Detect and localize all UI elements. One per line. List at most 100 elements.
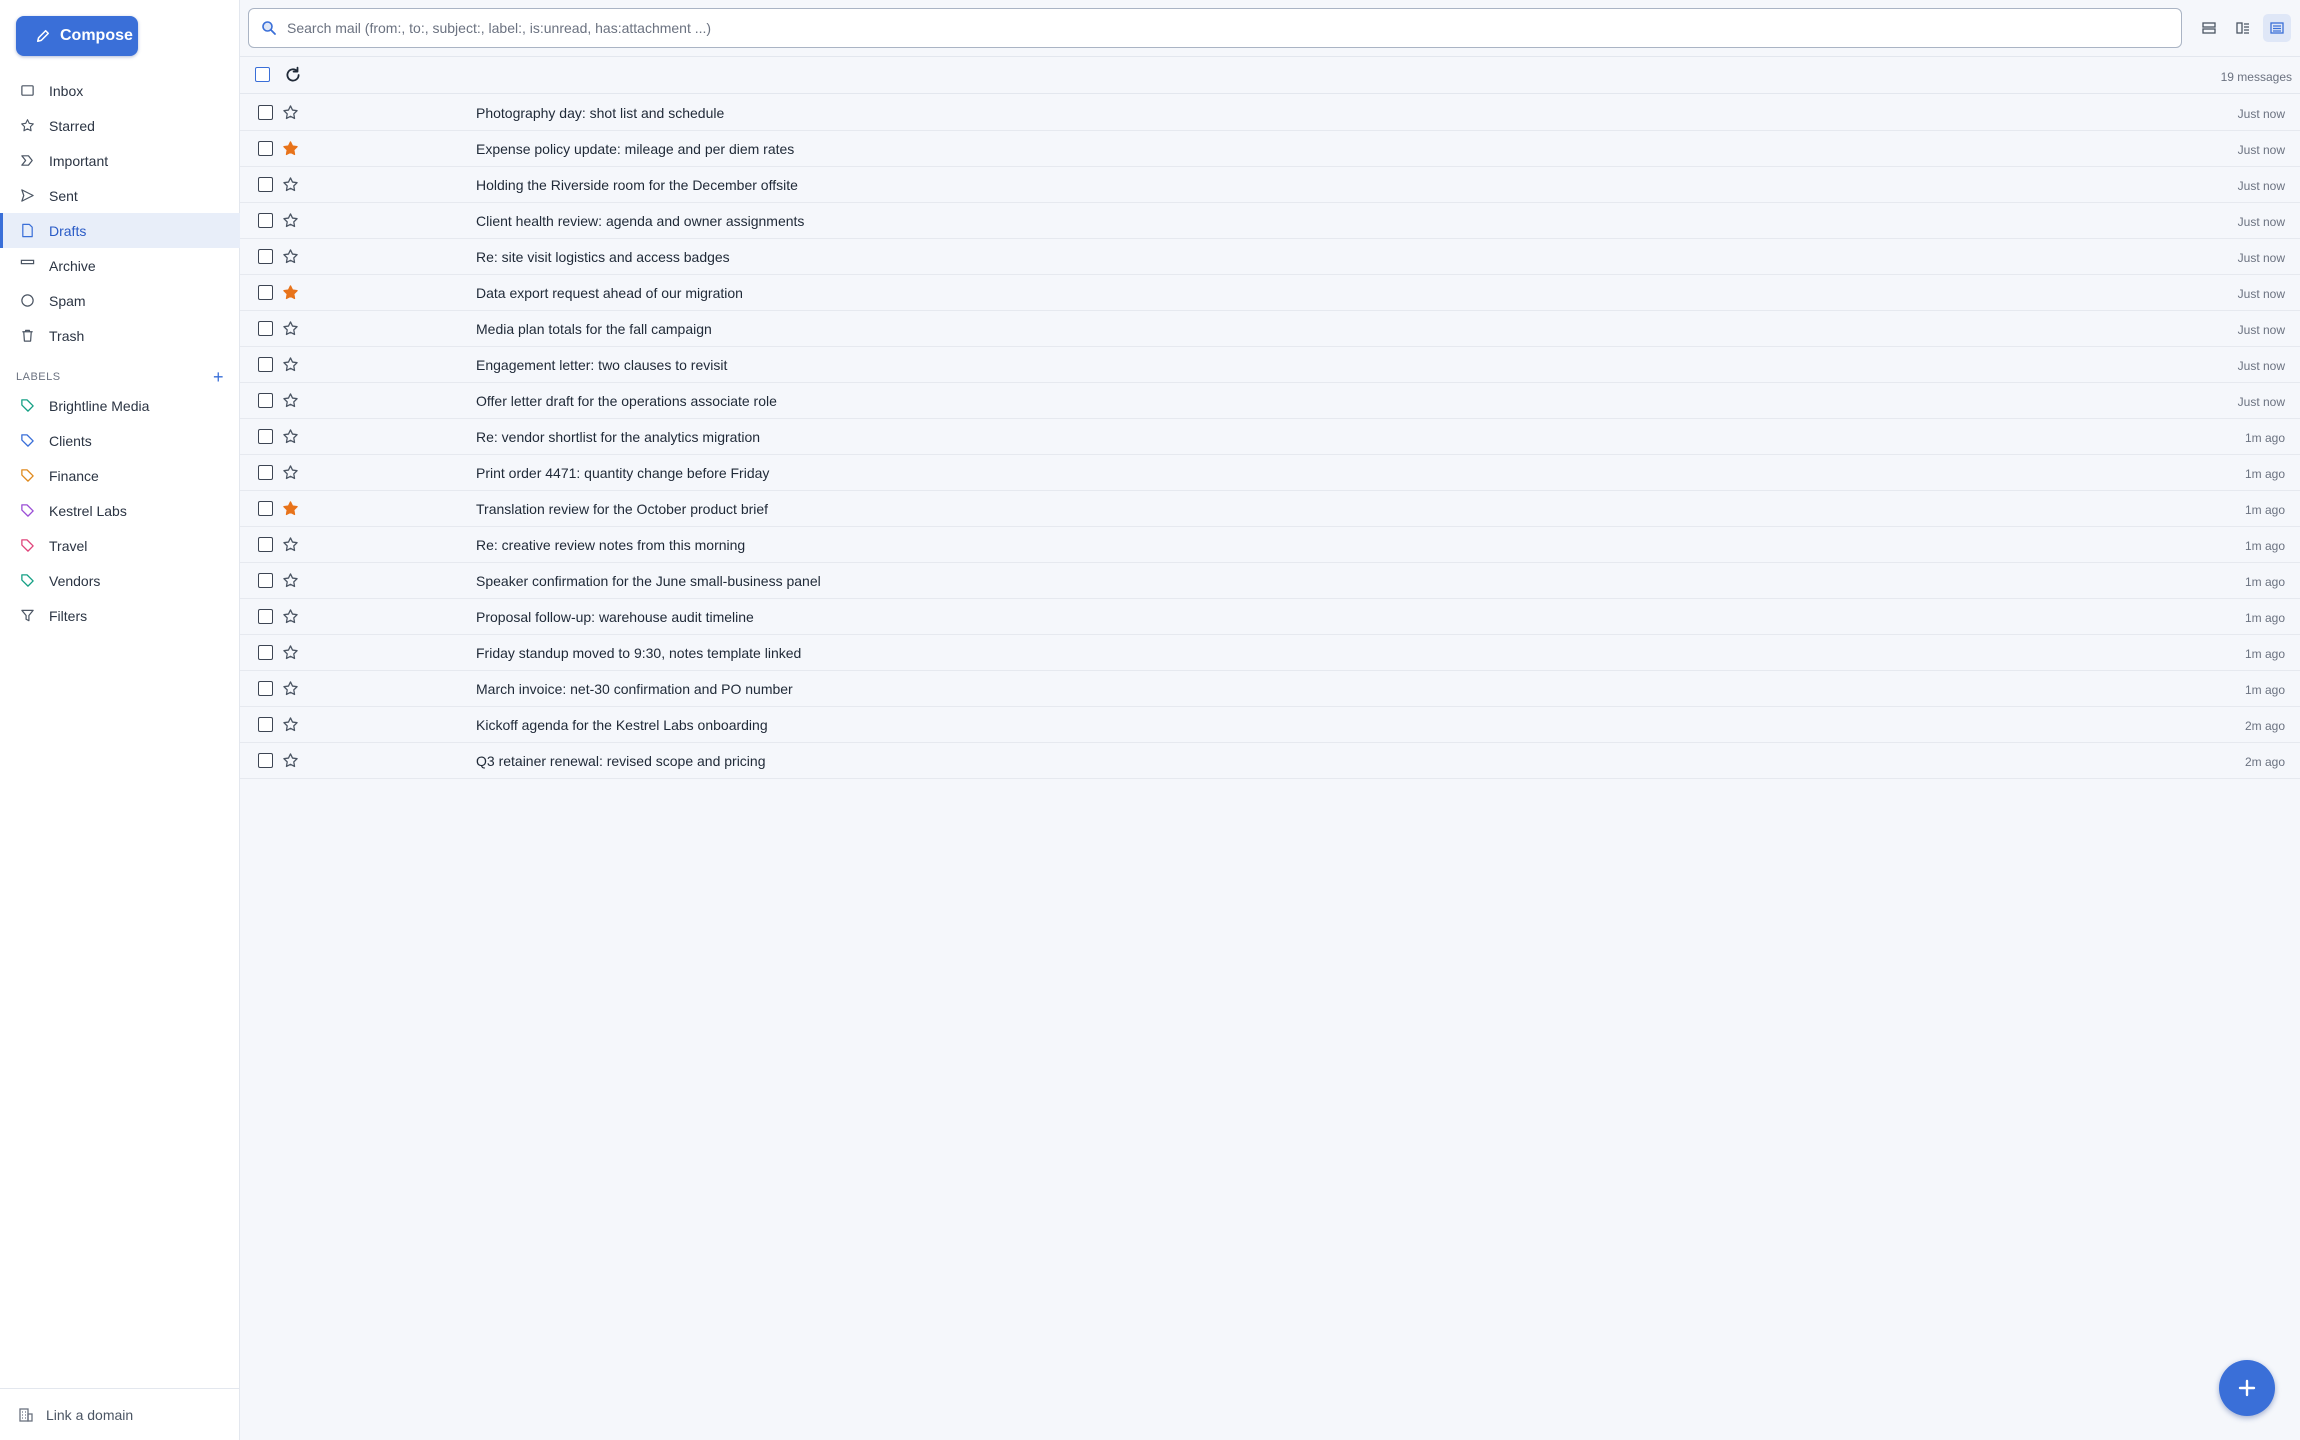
sidebar-item-archive[interactable]: Archive (0, 248, 240, 283)
row-checkbox[interactable] (258, 609, 273, 624)
row-checkbox[interactable] (258, 465, 273, 480)
sidebar-item-inbox[interactable]: Inbox (0, 73, 240, 108)
star-filled-icon[interactable] (282, 284, 299, 301)
message-row[interactable]: Offer letter draft for the operations as… (240, 383, 2300, 419)
message-row[interactable]: Re: site visit logistics and access badg… (240, 239, 2300, 275)
message-row[interactable]: Media plan totals for the fall campaign J… (240, 311, 2300, 347)
message-time: Just now (2237, 143, 2285, 157)
row-checkbox[interactable] (258, 573, 273, 588)
row-checkbox[interactable] (258, 357, 273, 372)
view-compact-button[interactable] (2263, 14, 2291, 42)
sidebar-item-filters[interactable]: Filters (0, 598, 240, 633)
row-checkbox[interactable] (258, 177, 273, 192)
row-checkbox[interactable] (258, 681, 273, 696)
message-time: 1m ago (2244, 647, 2285, 661)
row-checkbox[interactable] (258, 141, 273, 156)
label-item-brightline-media[interactable]: Brightline Media (0, 388, 240, 423)
message-list: Photography day: shot list and schedule J… (240, 95, 2300, 779)
star-filled-icon[interactable] (282, 500, 299, 517)
message-subject: Translation review for the October produ… (476, 501, 769, 517)
sidebar-item-trash[interactable]: Trash (0, 318, 240, 353)
row-checkbox[interactable] (258, 105, 273, 120)
view-split-button[interactable] (2229, 14, 2257, 42)
message-row[interactable]: Friday standup moved to 9:30, notes temp… (240, 635, 2300, 671)
row-checkbox[interactable] (258, 213, 273, 228)
message-subject: Data export request ahead of our migrati… (476, 285, 743, 301)
star-icon[interactable] (282, 320, 299, 337)
row-checkbox[interactable] (258, 501, 273, 516)
archive-icon (20, 259, 35, 265)
star-icon[interactable] (282, 392, 299, 409)
star-icon[interactable] (282, 248, 299, 265)
star-icon[interactable] (282, 716, 299, 733)
sidebar-item-label: Drafts (49, 222, 87, 239)
star-icon[interactable] (282, 680, 299, 697)
star-icon[interactable] (282, 104, 299, 121)
message-row[interactable]: Data export request ahead of our migrati… (240, 275, 2300, 311)
search-icon (262, 21, 276, 35)
row-checkbox[interactable] (258, 249, 273, 264)
message-row[interactable]: Photography day: shot list and schedule J… (240, 95, 2300, 131)
label-item-clients[interactable]: Clients (0, 423, 240, 458)
message-subject: Friday standup moved to 9:30, notes temp… (476, 645, 802, 661)
message-row[interactable]: Holding the Riverside room for the Decem… (240, 167, 2300, 203)
message-row[interactable]: Proposal follow-up: warehouse audit time… (240, 599, 2300, 635)
message-row[interactable]: March invoice: net-30 confirmation and P… (240, 671, 2300, 707)
link-domain-button[interactable]: Link a domain (0, 1388, 240, 1440)
message-subject: Re: creative review notes from this morn… (476, 537, 746, 553)
star-icon[interactable] (282, 464, 299, 481)
message-row[interactable]: Expense policy update: mileage and per d… (240, 131, 2300, 167)
sidebar-item-sent[interactable]: Sent (0, 178, 240, 213)
new-message-fab[interactable] (2219, 1360, 2275, 1416)
row-checkbox[interactable] (258, 321, 273, 336)
star-icon[interactable] (282, 608, 299, 625)
search-input[interactable] (287, 20, 2167, 36)
message-row[interactable]: Q3 retainer renewal: revised scope and p… (240, 743, 2300, 779)
message-row[interactable]: Re: vendor shortlist for the analytics m… (240, 419, 2300, 455)
search-bar[interactable] (248, 8, 2182, 48)
star-icon[interactable] (282, 356, 299, 373)
message-row[interactable]: Client health review: agenda and owner a… (240, 203, 2300, 239)
star-filled-icon[interactable] (282, 140, 299, 157)
star-icon[interactable] (282, 644, 299, 661)
label-item-travel[interactable]: Travel (0, 528, 240, 563)
row-checkbox[interactable] (258, 753, 273, 768)
message-time: Just now (2237, 215, 2285, 229)
star-icon[interactable] (282, 176, 299, 193)
message-subject: Print order 4471: quantity change before… (476, 465, 770, 481)
compose-button[interactable]: Compose (16, 16, 138, 56)
row-checkbox[interactable] (258, 285, 273, 300)
message-row[interactable]: Kickoff agenda for the Kestrel Labs onbo… (240, 707, 2300, 743)
row-checkbox[interactable] (258, 429, 273, 444)
star-icon[interactable] (282, 752, 299, 769)
message-row[interactable]: Re: creative review notes from this morn… (240, 527, 2300, 563)
label-item-vendors[interactable]: Vendors (0, 563, 240, 598)
row-checkbox[interactable] (258, 393, 273, 408)
message-row[interactable]: Speaker confirmation for the June small-… (240, 563, 2300, 599)
label-item-kestrel-labs[interactable]: Kestrel Labs (0, 493, 240, 528)
tag-icon (21, 504, 34, 517)
star-icon[interactable] (282, 536, 299, 553)
label-item-finance[interactable]: Finance (0, 458, 240, 493)
row-checkbox[interactable] (258, 645, 273, 660)
sidebar-item-spam[interactable]: Spam (0, 283, 240, 318)
add-label-button[interactable]: + (213, 368, 224, 386)
refresh-icon[interactable] (284, 66, 302, 84)
sidebar-item-starred[interactable]: Starred (0, 108, 240, 143)
sidebar-item-important[interactable]: Important (0, 143, 240, 178)
message-subject: Offer letter draft for the operations as… (476, 393, 777, 409)
message-row[interactable]: Translation review for the October produ… (240, 491, 2300, 527)
star-icon[interactable] (282, 428, 299, 445)
star-icon[interactable] (282, 212, 299, 229)
star-icon[interactable] (282, 572, 299, 589)
draft-icon (22, 223, 33, 238)
row-checkbox[interactable] (258, 537, 273, 552)
row-checkbox[interactable] (258, 717, 273, 732)
inbox-icon (21, 85, 34, 96)
message-row[interactable]: Engagement letter: two clauses to revisi… (240, 347, 2300, 383)
select-all-checkbox[interactable] (255, 67, 270, 82)
view-default-button[interactable] (2195, 14, 2223, 42)
sidebar: Compose Inbox Starred Important Sent Drafts A… (0, 0, 240, 1440)
message-row[interactable]: Print order 4471: quantity change before… (240, 455, 2300, 491)
sidebar-item-drafts[interactable]: Drafts (0, 213, 240, 248)
